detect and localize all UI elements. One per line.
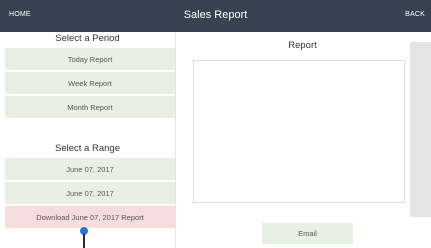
left-panel: Select a Period Today Report Week Report… — [0, 32, 175, 248]
cursor-pointer-line — [83, 234, 85, 248]
email-button[interactable]: Email — [262, 223, 353, 244]
range-start-date[interactable]: June 07, 2017 — [5, 158, 175, 180]
period-heading: Select a Period — [55, 33, 120, 44]
report-area — [193, 60, 405, 203]
report-heading: Report — [288, 40, 317, 51]
top-bar: HOME Sales Report BACK — [0, 0, 431, 32]
today-report-button[interactable]: Today Report — [5, 48, 175, 70]
right-edge-panel[interactable] — [410, 42, 431, 217]
range-end-date[interactable]: June 07, 2017 — [5, 182, 175, 204]
week-report-button[interactable]: Week Report — [5, 72, 175, 94]
range-heading: Select a Range — [55, 143, 120, 154]
page-title: Sales Report — [183, 9, 248, 21]
month-report-button[interactable]: Month Report — [5, 96, 175, 118]
panel-divider — [175, 32, 176, 248]
back-button[interactable]: BACK — [405, 11, 425, 18]
download-report-button[interactable]: Download June 07, 2017 Report — [5, 206, 175, 228]
